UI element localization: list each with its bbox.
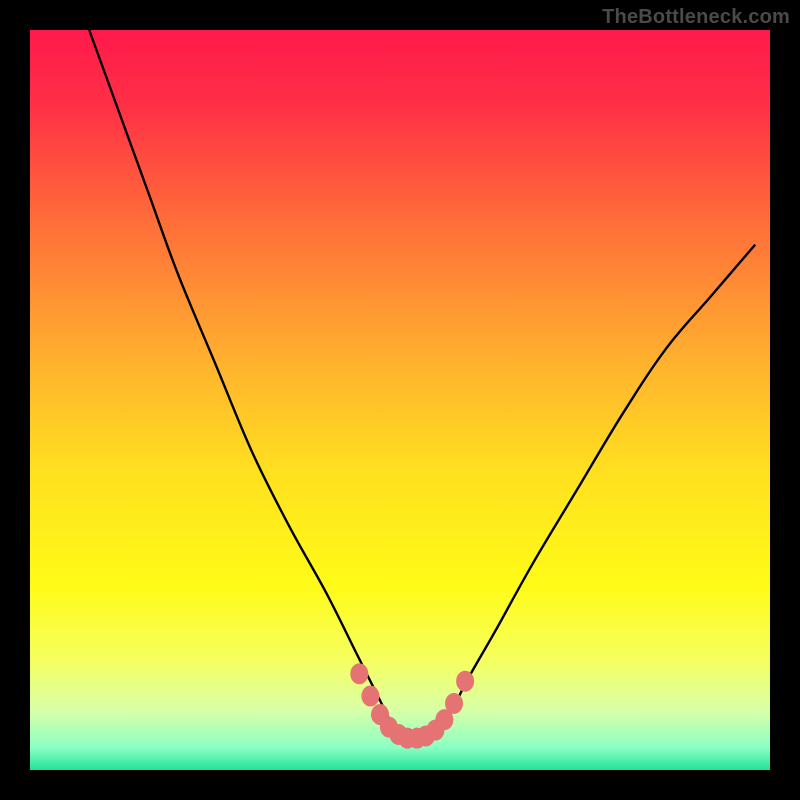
cluster-marker xyxy=(445,693,463,714)
cluster-marker xyxy=(350,663,368,684)
watermark-text: TheBottleneck.com xyxy=(602,6,790,29)
cluster-marker xyxy=(456,671,474,692)
chart-frame: TheBottleneck.com xyxy=(0,0,800,800)
plot-area xyxy=(30,30,770,770)
bottleneck-curve xyxy=(89,30,755,741)
cluster-marker xyxy=(361,686,379,707)
chart-svg xyxy=(30,30,770,770)
